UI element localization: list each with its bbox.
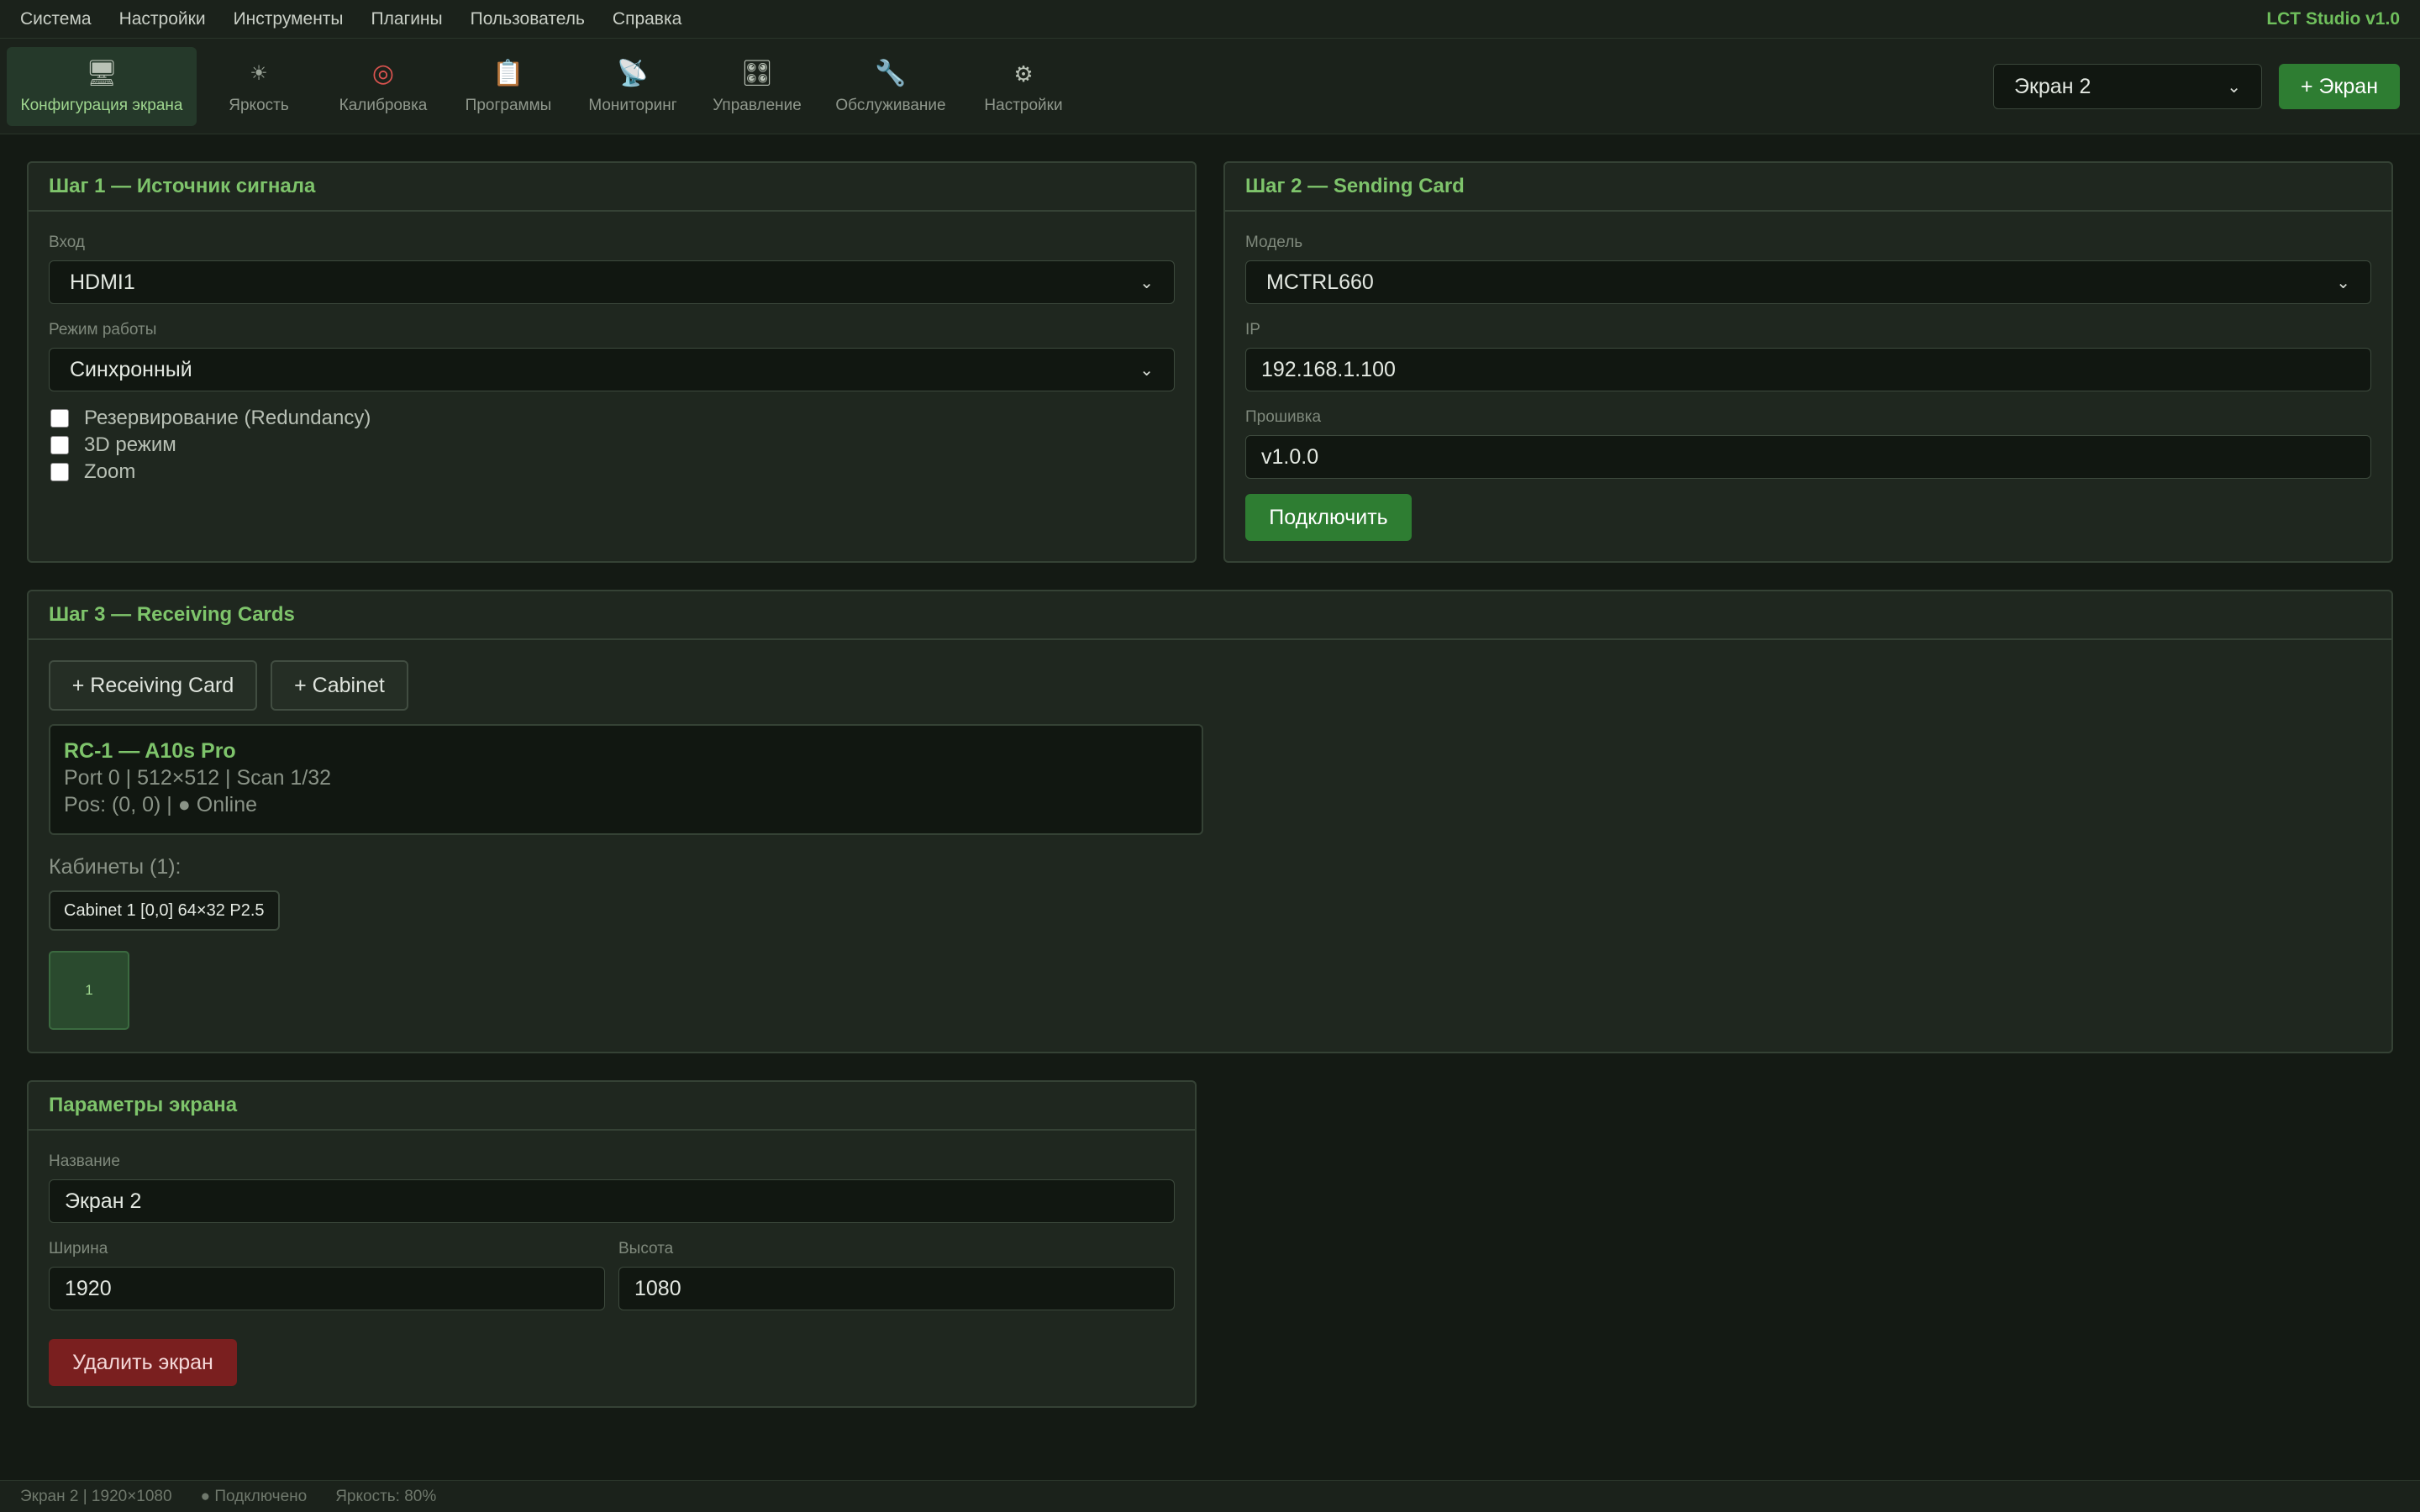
checkbox-label: Резервирование (Redundancy)	[84, 407, 371, 429]
tool-control[interactable]: 🎛 Управление	[694, 47, 820, 126]
input-select-value: HDMI1	[70, 270, 135, 294]
redundancy-checkbox[interactable]: Резервирование (Redundancy)	[50, 407, 371, 430]
tool-screen-config[interactable]: 🖥 Конфигурация экрана	[7, 46, 197, 126]
model-select-value: MCTRL660	[1266, 270, 1374, 294]
screen-width-value: 1920	[65, 1276, 112, 1300]
tool-brightness[interactable]: ☀ Яркость	[197, 47, 321, 126]
receiving-card-item[interactable]: RC-1 — A10s Pro Port 0 | 512×512 | Scan …	[49, 724, 1203, 835]
cabinet-grid-cell[interactable]: 1	[49, 951, 129, 1030]
name-label: Название	[49, 1152, 120, 1170]
ip-input-value: 192.168.1.100	[1261, 357, 1396, 381]
3d-mode-checkbox[interactable]: 3D режим	[50, 433, 176, 457]
cabinets-label: Кабинеты (1):	[49, 855, 182, 879]
firmware-input-value: v1.0.0	[1261, 444, 1319, 469]
receiving-card-status: Pos: (0, 0) | ● Online	[64, 793, 258, 816]
tool-label: Мониторинг	[588, 96, 677, 114]
menu-bar: Система Настройки Инструменты Плагины По…	[0, 0, 2420, 39]
checkbox-box[interactable]	[50, 409, 69, 428]
model-select[interactable]: MCTRL660 ⌄	[1245, 260, 2371, 304]
tool-label: Настройки	[984, 96, 1063, 114]
tool-settings[interactable]: ⚙ Настройки	[961, 47, 1086, 126]
toolbar: 🖥 Конфигурация экрана ☀ Яркость ◎ Калибр…	[0, 39, 2420, 134]
height-label: Высота	[618, 1240, 674, 1257]
screen-select[interactable]: Экран 2 ⌄	[1993, 64, 2262, 109]
menu-plugins[interactable]: Плагины	[371, 9, 443, 29]
ip-input[interactable]: 192.168.1.100	[1245, 348, 2371, 391]
status-screen: Экран 2 | 1920×1080	[20, 1487, 172, 1505]
add-cabinet-button[interactable]: + Cabinet	[271, 660, 408, 711]
satellite-icon: 📡	[617, 59, 649, 87]
menu-settings[interactable]: Настройки	[119, 9, 206, 29]
mode-select-value: Синхронный	[70, 357, 192, 381]
status-connection: ● Подключено	[200, 1487, 308, 1505]
status-brightness: Яркость: 80%	[335, 1487, 437, 1505]
zoom-checkbox[interactable]: Zoom	[50, 460, 135, 484]
step1-title: Шаг 1 — Источник сигнала	[29, 163, 1195, 212]
input-label: Вход	[49, 234, 85, 251]
chevron-down-icon: ⌄	[2336, 273, 2350, 292]
tool-label: Калибровка	[339, 96, 428, 114]
chevron-down-icon: ⌄	[1139, 273, 1154, 292]
receiving-card-specs: Port 0 | 512×512 | Scan 1/32	[64, 766, 332, 790]
tool-monitoring[interactable]: 📡 Мониторинг	[571, 47, 694, 126]
add-screen-button[interactable]: + Экран	[2279, 64, 2400, 109]
menu-help[interactable]: Справка	[613, 9, 681, 29]
checkbox-label: 3D режим	[84, 433, 176, 456]
clipboard-icon: 📋	[492, 59, 524, 87]
screen-params-title: Параметры экрана	[29, 1082, 1195, 1131]
receiving-card-title: RC-1 — A10s Pro	[64, 739, 236, 763]
chevron-down-icon: ⌄	[2227, 77, 2241, 97]
cabinet-tag[interactable]: Cabinet 1 [0,0] 64×32 P2.5	[49, 890, 280, 931]
chevron-down-icon: ⌄	[1139, 360, 1154, 380]
screen-select-value: Экран 2	[2014, 74, 2091, 98]
monitor-icon: 🖥	[85, 59, 118, 87]
screen-height-value: 1080	[634, 1276, 681, 1300]
add-receiving-card-button[interactable]: + Receiving Card	[49, 660, 257, 711]
screen-name-value: Экран 2	[65, 1189, 142, 1213]
model-label: Модель	[1245, 234, 1303, 251]
screen-width-input[interactable]: 1920	[49, 1267, 605, 1310]
step2-title: Шаг 2 — Sending Card	[1225, 163, 2391, 212]
input-select[interactable]: HDMI1 ⌄	[49, 260, 1175, 304]
control-knobs-icon: 🎛	[740, 59, 774, 87]
ip-label: IP	[1245, 321, 1260, 339]
tool-label: Управление	[713, 96, 802, 114]
screen-name-input[interactable]: Экран 2	[49, 1179, 1175, 1223]
checkbox-box[interactable]	[50, 463, 69, 481]
tool-label: Программы	[465, 96, 552, 114]
wrench-icon: 🔧	[875, 59, 907, 87]
screen-height-input[interactable]: 1080	[618, 1267, 1175, 1310]
app-brand: LCT Studio v1.0	[2266, 8, 2400, 29]
tool-maintenance[interactable]: 🔧 Обслуживание	[820, 47, 961, 126]
mode-label: Режим работы	[49, 321, 157, 339]
delete-screen-button[interactable]: Удалить экран	[49, 1339, 237, 1386]
status-bar: Экран 2 | 1920×1080 ● Подключено Яркость…	[0, 1480, 2420, 1512]
connect-button[interactable]: Подключить	[1245, 494, 1412, 541]
tool-calibration[interactable]: ◎ Калибровка	[321, 47, 445, 126]
checkbox-label: Zoom	[84, 460, 136, 483]
tool-programs[interactable]: 📋 Программы	[445, 47, 571, 126]
width-label: Ширина	[49, 1240, 108, 1257]
tool-label: Обслуживание	[835, 96, 946, 114]
tool-label: Конфигурация экрана	[20, 96, 183, 114]
menu-system[interactable]: Система	[20, 9, 92, 29]
mode-select[interactable]: Синхронный ⌄	[49, 348, 1175, 391]
step3-title: Шаг 3 — Receiving Cards	[29, 591, 2391, 640]
firmware-label: Прошивка	[1245, 408, 1322, 426]
checkbox-box[interactable]	[50, 436, 69, 454]
target-icon: ◎	[371, 59, 395, 87]
tool-label: Яркость	[229, 96, 289, 114]
menu-tools[interactable]: Инструменты	[234, 9, 344, 29]
sun-icon: ☀	[250, 61, 268, 85]
menu-user[interactable]: Пользователь	[471, 9, 585, 29]
gear-icon: ⚙	[1013, 60, 1034, 87]
firmware-input[interactable]: v1.0.0	[1245, 435, 2371, 479]
